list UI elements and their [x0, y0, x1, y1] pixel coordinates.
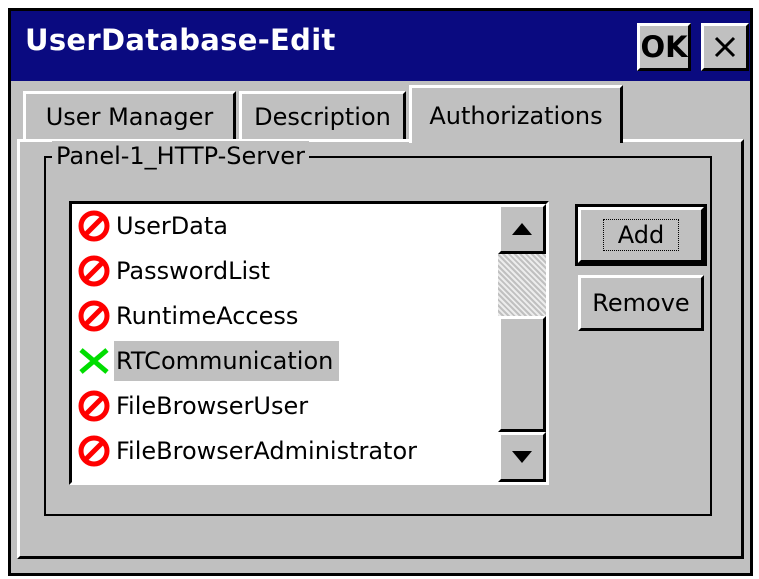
window-title: UserDatabase-Edit	[25, 23, 336, 57]
list-item[interactable]: FileBrowserUser	[74, 384, 314, 428]
list-item[interactable]: PasswordList	[74, 249, 276, 293]
granted-x-icon	[74, 341, 114, 381]
add-button-label: Add	[602, 219, 680, 251]
arrow-up-icon	[512, 223, 532, 235]
server-groupbox: Panel-1_HTTP-Server UserData PasswordLis…	[44, 141, 712, 516]
scroll-thumb[interactable]	[498, 316, 546, 432]
list-item-selected[interactable]: RTCommunication	[74, 339, 340, 383]
prohibited-icon	[74, 206, 114, 246]
prohibited-icon	[74, 296, 114, 336]
title-bar[interactable]: UserDatabase-Edit OK	[11, 11, 750, 81]
tab-label: User Manager	[45, 102, 214, 131]
scroll-up-button[interactable]	[498, 204, 546, 254]
tab-label: Description	[254, 102, 391, 131]
list-item[interactable]: RuntimeAccess	[74, 294, 304, 338]
authorizations-tab-page: Panel-1_HTTP-Server UserData PasswordLis…	[17, 139, 744, 559]
close-icon	[714, 36, 736, 58]
close-button[interactable]	[701, 23, 749, 71]
list-item[interactable]: FileBrowserAdministrator	[74, 429, 423, 473]
list-item-label: FileBrowserAdministrator	[116, 437, 418, 465]
userdatabase-edit-window: UserDatabase-Edit OK User Manager Descri…	[8, 8, 753, 576]
authorizations-listbox[interactable]: UserData PasswordList RuntimeAccess RTCo…	[69, 201, 549, 485]
list-item-label: UserData	[116, 212, 229, 240]
list-scrollbar[interactable]	[498, 204, 546, 482]
tab-description[interactable]: Description	[239, 91, 406, 139]
list-item-label: PasswordList	[116, 257, 271, 285]
scroll-down-button[interactable]	[498, 432, 546, 482]
list-item[interactable]: UserData	[74, 204, 234, 248]
tab-label: Authorizations	[429, 101, 603, 130]
prohibited-icon	[74, 251, 114, 291]
remove-button-label: Remove	[592, 289, 690, 317]
tab-user-manager[interactable]: User Manager	[23, 91, 236, 139]
tab-authorizations[interactable]: Authorizations	[409, 85, 623, 143]
ok-button[interactable]: OK	[637, 23, 691, 71]
list-item-label: FileBrowserUser	[116, 392, 309, 420]
remove-button[interactable]: Remove	[578, 275, 704, 331]
list-item-label: RTCommunication	[114, 341, 340, 381]
prohibited-icon	[74, 386, 114, 426]
prohibited-icon	[74, 431, 114, 471]
list-item-label: RuntimeAccess	[116, 302, 299, 330]
arrow-down-icon	[512, 451, 532, 463]
groupbox-label: Panel-1_HTTP-Server	[52, 141, 309, 171]
add-button[interactable]: Add	[575, 204, 707, 266]
